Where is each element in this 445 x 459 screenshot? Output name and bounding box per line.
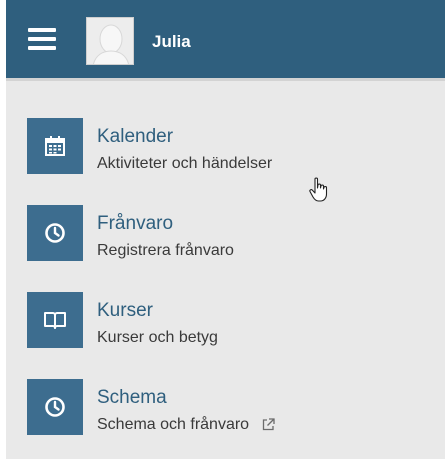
menu-item-subtitle: Aktiviteter och händelser [97, 155, 273, 172]
hamburger-menu-icon[interactable] [28, 28, 56, 50]
menu-item-franvaro[interactable]: Frånvaro Registrera frånvaro [6, 205, 445, 292]
menu-item-schema[interactable]: Schema Schema och frånvaro [6, 379, 445, 459]
menu-item-subtitle-text: Schema och frånvaro [97, 416, 250, 433]
clock-icon [45, 397, 65, 417]
menu-item-title[interactable]: Kurser [97, 300, 153, 322]
avatar-placeholder-icon [87, 18, 133, 64]
avatar[interactable] [86, 17, 134, 65]
menu-item-subtitle: Schema och frånvaro [97, 416, 275, 434]
menu-item-subtitle: Registrera frånvaro [97, 242, 234, 259]
menu-item-subtitle: Kurser och betyg [97, 329, 218, 346]
menu-tile[interactable] [27, 379, 83, 435]
menu-item-kalender[interactable]: Kalender Aktiviteter och händelser [6, 118, 445, 205]
menu-item-title[interactable]: Kalender [97, 126, 173, 148]
menu-item-title[interactable]: Frånvaro [97, 213, 173, 235]
external-link-icon [262, 418, 275, 431]
menu-item-kurser[interactable]: Kurser Kurser och betyg [6, 292, 445, 379]
book-icon [44, 312, 66, 329]
menu-tile[interactable] [27, 292, 83, 348]
hand-pointer-icon [309, 177, 328, 202]
main-menu: Kalender Aktiviteter och händelser Frånv… [6, 118, 445, 459]
menu-item-title[interactable]: Schema [97, 387, 167, 409]
app-frame: Julia Kalender Aktiviteter och händelser… [6, 0, 445, 459]
menu-tile[interactable] [27, 205, 83, 261]
clock-icon [45, 223, 65, 243]
calendar-icon [45, 136, 65, 156]
user-name[interactable]: Julia [152, 32, 191, 52]
app-header: Julia [6, 0, 445, 81]
menu-tile[interactable] [27, 118, 83, 174]
